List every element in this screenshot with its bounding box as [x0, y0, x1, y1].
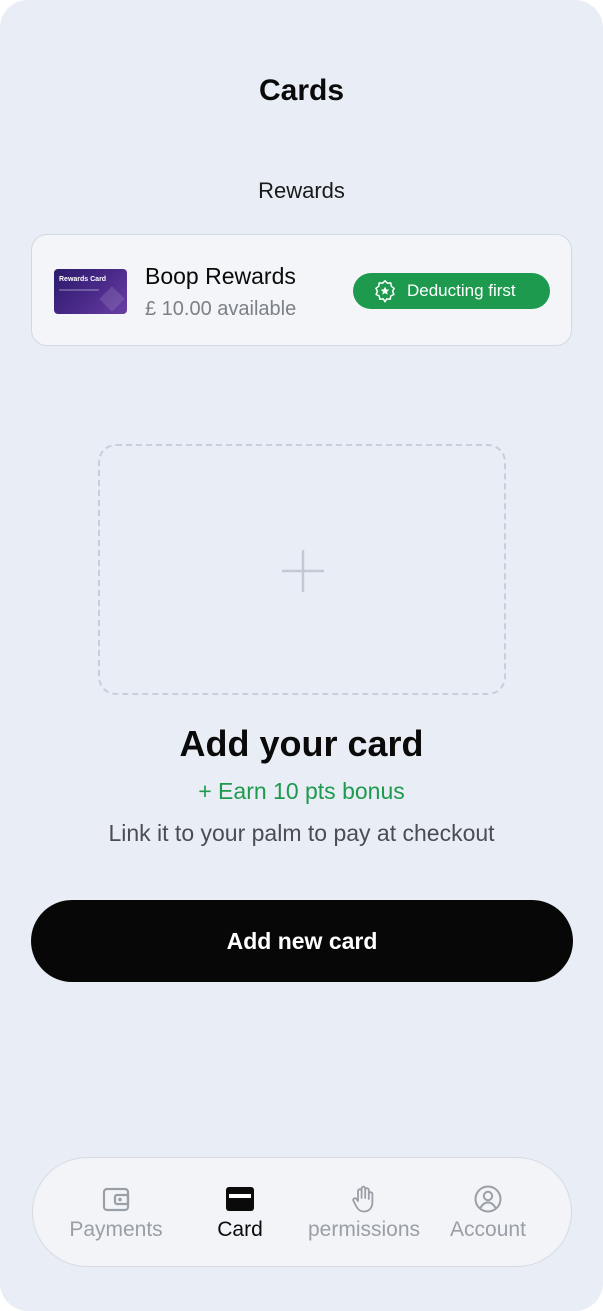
add-card-heading: Add your card: [179, 723, 424, 764]
tab-account[interactable]: Account: [423, 1158, 553, 1268]
add-card-placeholder[interactable]: [98, 444, 506, 695]
rewards-card-thumbnail: Rewards Card: [54, 269, 127, 314]
bonus-text: + Earn 10 pts bonus: [198, 778, 405, 804]
star-badge-icon: [375, 280, 395, 303]
wallet-icon: [102, 1187, 130, 1212]
reward-balance: £ 10.00 available: [145, 298, 297, 320]
app-screen: Cards Rewards Rewards Card Boop Rewards …: [0, 0, 603, 1311]
reward-card-name: Boop Rewards: [145, 263, 296, 289]
credit-card-icon: [226, 1187, 254, 1211]
add-new-card-button[interactable]: Add new card: [31, 900, 573, 982]
plus-icon: [282, 550, 324, 592]
card-thumbnail-text: Rewards Card: [59, 276, 107, 283]
tab-card[interactable]: Card: [175, 1158, 305, 1268]
card-thumbnail-line: [59, 289, 99, 291]
tab-permissions[interactable]: permissions: [299, 1158, 429, 1268]
badge-label: Deducting first: [407, 281, 516, 300]
tab-payments[interactable]: Payments: [51, 1158, 181, 1268]
tab-label-card: Card: [217, 1218, 263, 1241]
page-title: Cards: [258, 74, 345, 107]
deducting-first-badge: Deducting first: [353, 273, 550, 309]
bottom-tab-bar: Payments Card permissions Account: [32, 1157, 572, 1267]
hand-icon: [352, 1185, 374, 1213]
tab-label-account: Account: [450, 1218, 526, 1241]
card-thumbnail-shape: [99, 286, 125, 312]
tab-label-payments: Payments: [69, 1218, 163, 1241]
add-card-subtext: Link it to your palm to pay at checkout: [108, 820, 495, 846]
user-circle-icon: [474, 1185, 502, 1213]
rewards-card-item[interactable]: Rewards Card Boop Rewards £ 10.00 availa…: [31, 234, 572, 346]
tab-label-permissions: permissions: [307, 1218, 421, 1241]
rewards-section-label: Rewards: [258, 178, 345, 203]
